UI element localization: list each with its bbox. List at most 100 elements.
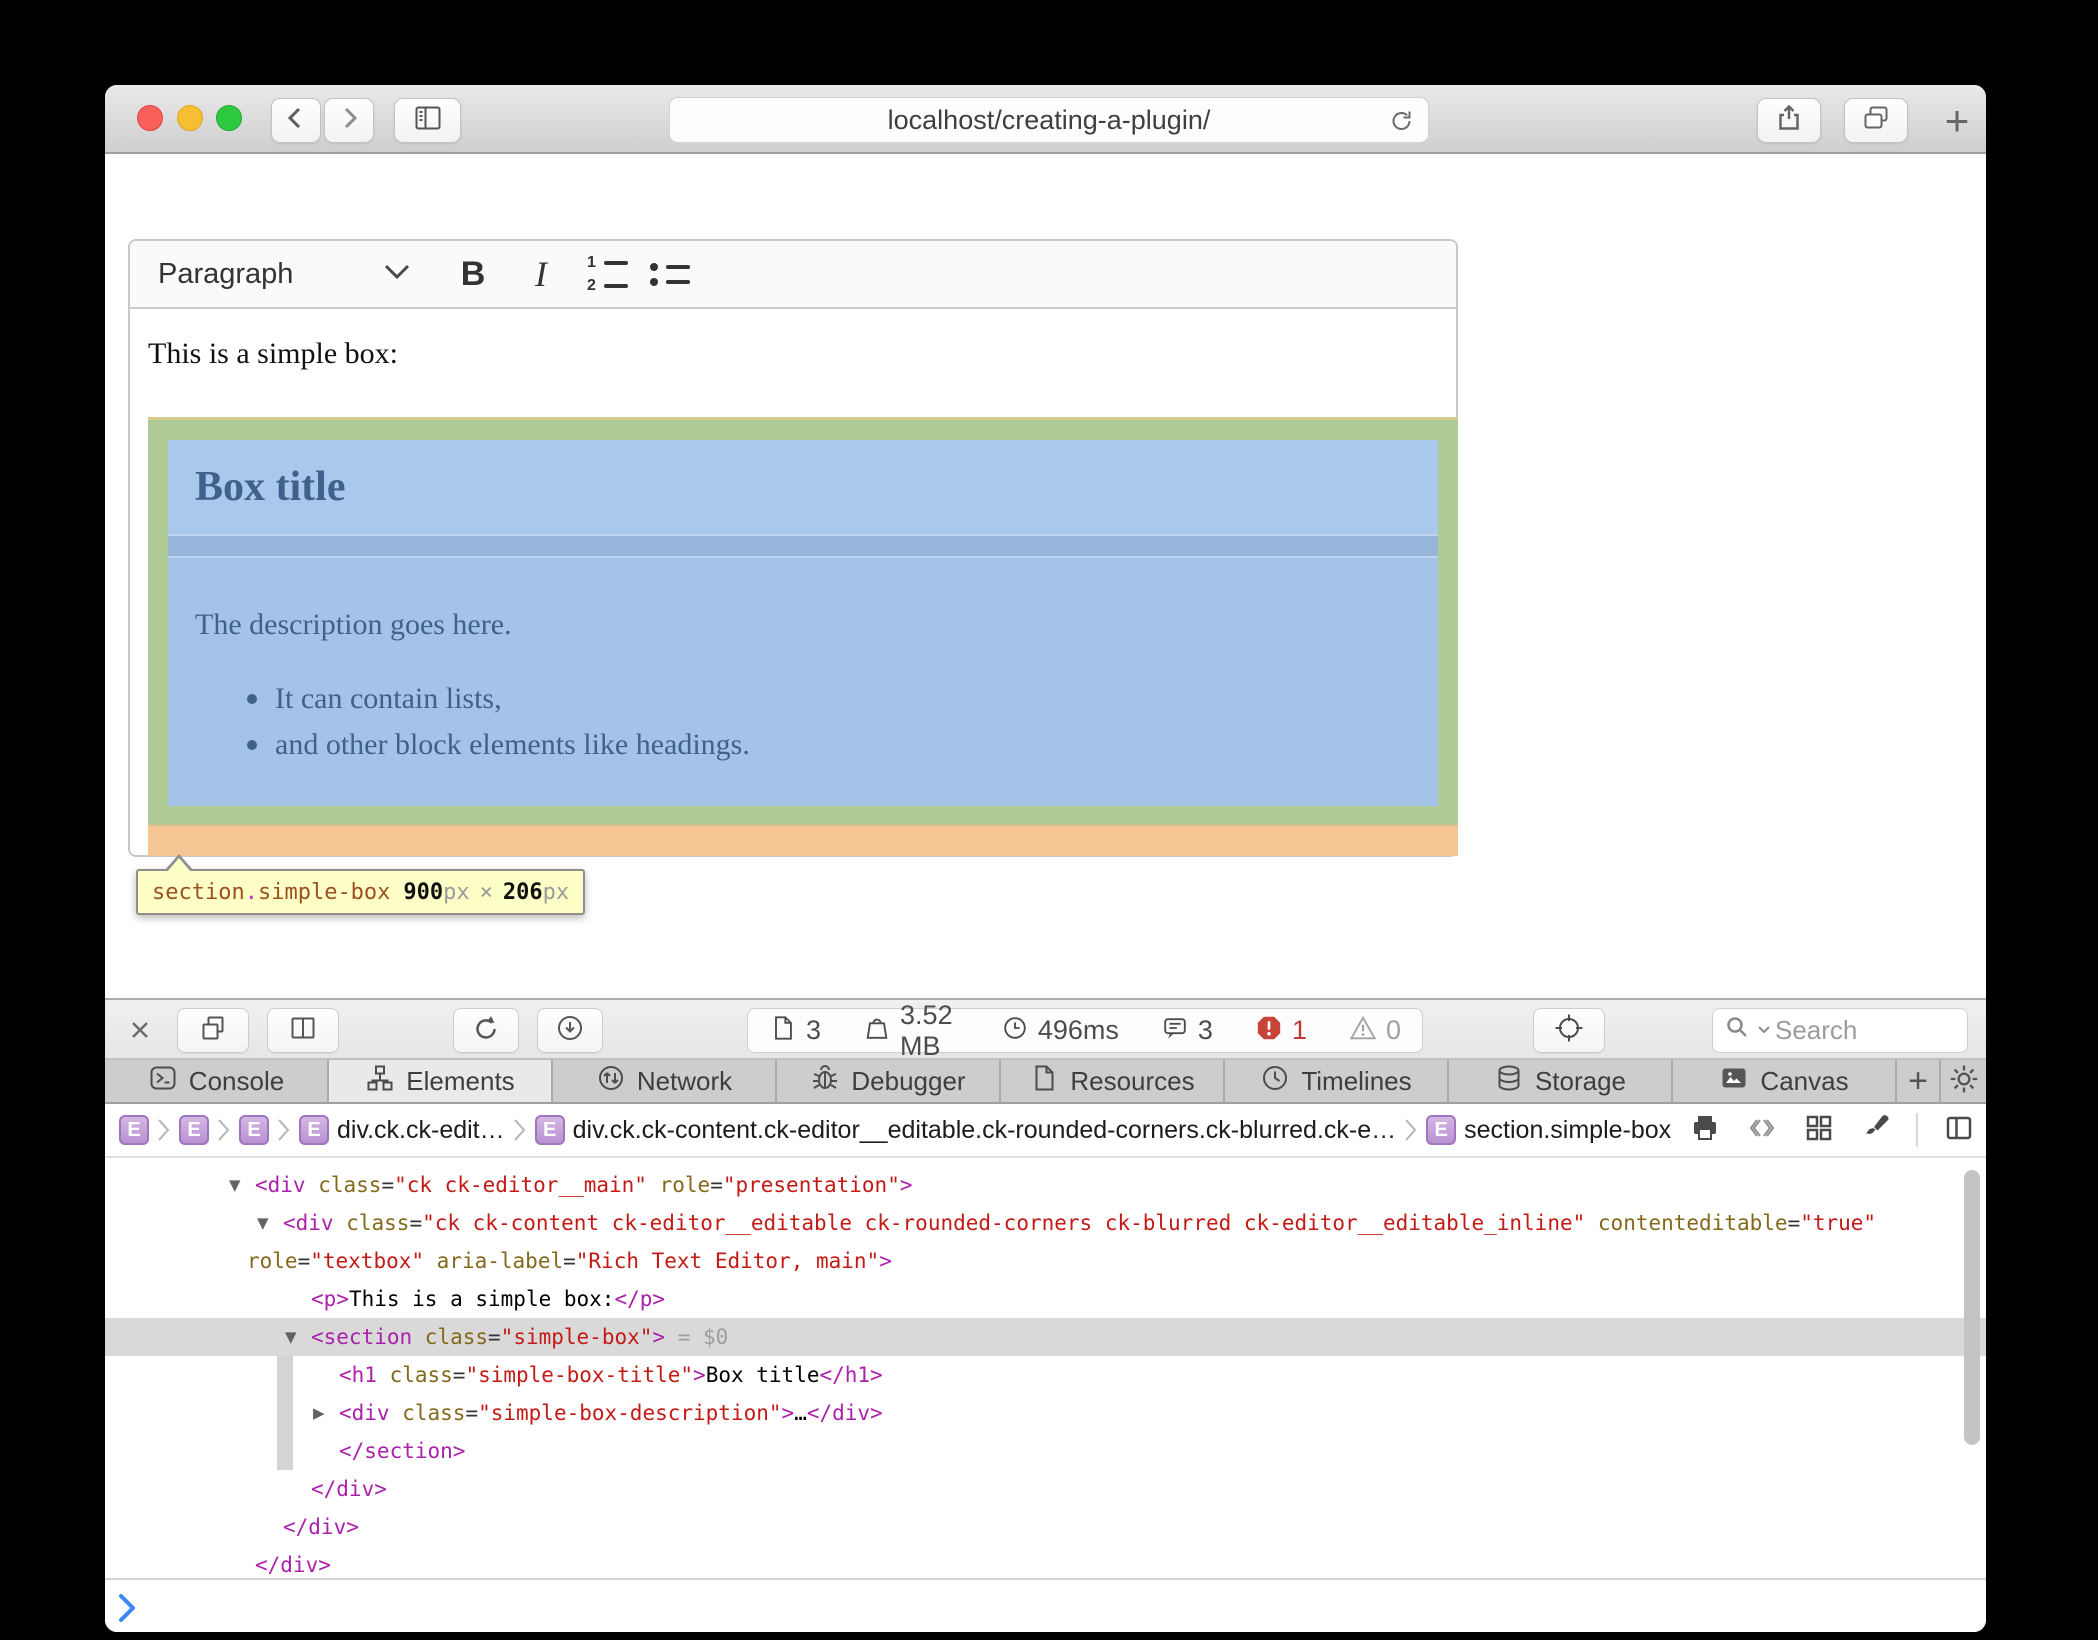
italic-button[interactable]: I [512,246,570,302]
padding-highlight: Box title The description goes here. It … [148,417,1458,826]
devtools-reload-button[interactable] [453,1008,519,1053]
disclosure-open-icon[interactable]: ▼ [285,1318,297,1356]
element-picker-button[interactable] [1533,1008,1605,1053]
devtools-settings-button[interactable] [1941,1060,1986,1102]
console-icon [148,1063,178,1100]
breadcrumb-list: EEEEdiv.ck.ck-edit…Ediv.ck.ck-content.ck… [119,1115,1671,1145]
share-button[interactable] [1757,98,1821,143]
dock-side-button[interactable] [267,1008,339,1053]
chevron-left-icon [281,103,311,138]
tab-storage[interactable]: Storage [1449,1060,1673,1102]
zoom-button[interactable] [216,105,242,131]
bulleted-list-button[interactable] [640,246,698,302]
sidebar-toggle-button[interactable] [394,98,461,143]
tab-label: Canvas [1760,1066,1848,1097]
tree-row[interactable]: ▶<div class="simple-box-description">…</… [105,1394,1986,1432]
bubble-icon [1161,1014,1189,1047]
element-badge-icon: E [179,1115,209,1145]
tab-debugger[interactable]: Debugger [777,1060,1001,1102]
details-sidebar-icon[interactable] [1944,1113,1974,1148]
tab-timelines[interactable]: Timelines [1225,1060,1449,1102]
bold-button[interactable]: B [444,246,502,302]
tab-canvas[interactable]: Canvas [1673,1060,1897,1102]
url-bar[interactable]: localhost/creating-a-plugin/ [669,97,1429,143]
search-input[interactable] [1775,1015,1925,1046]
breadcrumb-item[interactable]: E [179,1115,209,1145]
tab-network[interactable]: Network [553,1060,777,1102]
error-icon [1255,1014,1283,1047]
browser-window: localhost/creating-a-plugin/ + Paragraph… [105,85,1986,1632]
devtools-close-button[interactable] [125,1015,155,1050]
stat-logs[interactable]: 3 [1140,1014,1234,1047]
stat-resource-size[interactable]: 3.52 MB [842,1000,980,1062]
tree-row[interactable]: </div> [105,1470,1986,1508]
tab-resources[interactable]: Resources [1001,1060,1225,1102]
breadcrumb-item[interactable]: Ediv.ck.ck-content.ck-editor__editable.c… [535,1115,1397,1145]
stat-warnings[interactable]: 0 [1328,1014,1422,1047]
tree-row[interactable]: </div> [105,1546,1986,1578]
layout-grid-icon[interactable] [1804,1113,1834,1148]
page-content: Paragraph B I 1 2 Th [105,156,1986,998]
stat-resource-size-value: 3.52 MB [900,1000,959,1062]
stat-errors[interactable]: 1 [1234,1014,1328,1047]
divider [1916,1113,1918,1147]
scrollbar[interactable] [1964,1170,1980,1445]
warning-icon [1349,1014,1377,1047]
tooltip-height: 206 [503,880,543,905]
tab-elements[interactable]: Elements [329,1060,553,1102]
breadcrumb-item[interactable]: E [119,1115,149,1145]
tree-row[interactable]: <p>This is a simple box:</p> [105,1280,1986,1318]
breadcrumb-item[interactable]: E [239,1115,269,1145]
box-description-list: It can contain lists, and other block el… [168,676,1438,768]
tree-row[interactable]: ▼<div class="ck ck-content ck-editor__ed… [105,1204,1986,1242]
document-icon [769,1014,797,1047]
element-badge-icon: E [535,1115,565,1145]
element-badge-icon: E [239,1115,269,1145]
tree-row[interactable]: </div> [105,1508,1986,1546]
tab-label: Network [637,1066,732,1097]
rich-text-editor[interactable]: Paragraph B I 1 2 Th [128,239,1458,857]
stat-load-time[interactable]: 496ms [980,1014,1140,1047]
paragraph-dropdown[interactable]: Paragraph [158,248,410,300]
tree-row[interactable]: <h1 class="simple-box-title">Box title</… [105,1356,1986,1394]
clock-icon [1001,1014,1029,1047]
tree-row[interactable]: role="textbox" aria-label="Rich Text Edi… [105,1242,1986,1280]
console-prompt[interactable] [105,1578,1986,1632]
numbered-list-button[interactable]: 1 2 [578,246,636,302]
breadcrumb-label: div.ck.ck-content.ck-editor__editable.ck… [573,1116,1397,1145]
paintbrush-icon[interactable] [1860,1113,1890,1148]
show-all-tabs-button[interactable] [1844,98,1908,143]
close-button[interactable] [137,105,163,131]
debugger-icon [810,1063,840,1100]
add-tab-button[interactable]: + [1897,1060,1941,1102]
tree-row[interactable]: ▼<div class="ck ck-editor__main" role="p… [105,1166,1986,1204]
print-styles-icon[interactable] [1690,1113,1720,1148]
tab-console[interactable]: Console [105,1060,329,1102]
chevron-down-icon [1757,1022,1771,1040]
tree-row[interactable]: </section> [105,1432,1986,1470]
disclosure-open-icon[interactable]: ▼ [229,1166,241,1204]
download-page-button[interactable] [537,1008,603,1053]
new-tab-button[interactable]: + [1931,98,1983,143]
dock-separate-window-button[interactable] [177,1008,249,1053]
devtools-tabs: Console Elements Network DebuggerResources T… [105,1060,1897,1102]
search-icon [1723,1013,1753,1048]
split-pane-icon [288,1013,318,1048]
breadcrumb-item[interactable]: Ediv.ck.ck-edit… [299,1115,505,1145]
tree-row[interactable]: ▼<section class="simple-box"> = $0 [105,1318,1986,1356]
back-button[interactable] [271,98,321,143]
reload-icon[interactable] [1388,107,1416,140]
forward-button[interactable] [324,98,374,143]
disclosure-open-icon[interactable]: ▼ [257,1204,269,1242]
disclosure-closed-icon[interactable]: ▶ [313,1394,325,1432]
source-code-icon[interactable] [1746,1113,1778,1148]
selection-indent-guide [277,1356,293,1470]
devtools-search[interactable] [1712,1008,1968,1053]
tab-label: Console [189,1066,284,1097]
minimize-button[interactable] [177,105,203,131]
stat-documents[interactable]: 3 [748,1014,842,1047]
storage-icon [1494,1063,1524,1100]
download-icon [555,1013,585,1048]
breadcrumb-item[interactable]: Esection.simple-box [1426,1115,1671,1145]
tab-label: Timelines [1301,1066,1411,1097]
